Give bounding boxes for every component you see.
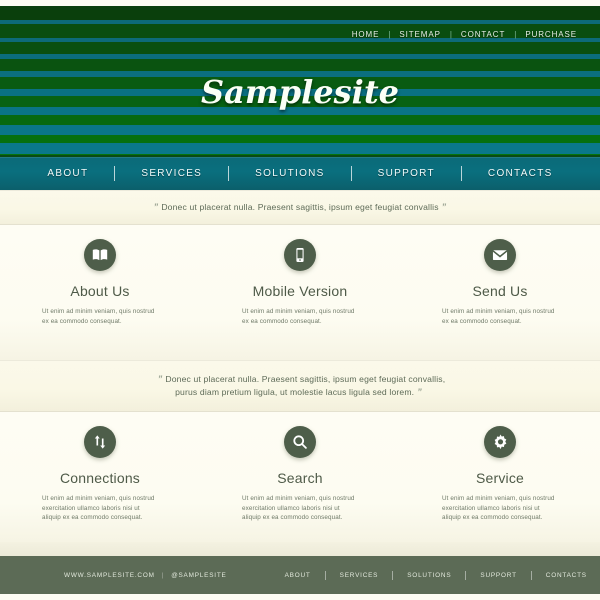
site-logo[interactable]: Samplesite [0,73,600,111]
topnav-item-contact[interactable]: CONTACT [452,30,514,39]
feature-card-service[interactable]: Service Ut enim ad minim veniam, quis no… [400,412,600,542]
website-page: HOME | SITEMAP | CONTACT | PURCHASE Samp… [0,0,600,600]
gear-icon [484,426,516,458]
nav-item-contacts[interactable]: CONTACTS [462,168,579,179]
footer-brand-links: WWW.SAMPLESITE.COM | @SAMPLESITE [64,572,227,579]
header-stripe [0,135,600,143]
feature-title: Service [475,470,525,486]
feature-text: Ut enim ad minim veniam, quis nostrud ex… [442,308,555,325]
header-top-edge [0,0,600,6]
book-icon [84,239,116,271]
topnav-item-sitemap[interactable]: SITEMAP [390,30,449,39]
nav-item-about[interactable]: ABOUT [21,168,114,179]
feature-card-search[interactable]: Search Ut enim ad minim veniam, quis nos… [200,412,400,542]
site-footer: WWW.SAMPLESITE.COM | @SAMPLESITE ABOUT S… [0,556,600,594]
nav-item-solutions[interactable]: SOLUTIONS [229,168,351,179]
feature-card-mobile-version[interactable]: Mobile Version Ut enim ad minim veniam, … [200,225,400,360]
quote-line-2: purus diam pretium ligula, ut molestie l… [175,387,415,397]
feature-text: Ut enim ad minim veniam, quis nostrud ex… [242,308,355,325]
main-navigation[interactable]: ABOUT SERVICES SOLUTIONS SUPPORT CONTACT… [0,155,600,190]
nav-item-support[interactable]: SUPPORT [352,168,461,179]
footer-fade-divider [0,542,600,556]
header-stripe [0,143,600,154]
envelope-icon [484,239,516,271]
header-stripe [0,125,600,135]
feature-title: Connections [59,470,141,486]
quote-mark-close: ” [417,387,422,397]
footer-navigation[interactable]: ABOUT SERVICES SOLUTIONS SUPPORT CONTACT… [271,570,600,580]
top-utility-nav[interactable]: HOME | SITEMAP | CONTACT | PURCHASE [343,30,586,39]
quote-mark-close: ” [441,201,447,212]
transfer-arrows-icon [84,426,116,458]
quote-mark-open: ” [157,373,163,384]
quote-banner-1: ” Donec ut placerat nulla. Praesent sagit… [0,190,600,225]
magnifier-icon [284,426,316,458]
feature-text: Ut enim ad minim veniam, quis nostrud ex… [42,308,155,325]
footer-link-services[interactable]: SERVICES [326,572,393,579]
footer-link-support[interactable]: SUPPORT [466,572,530,579]
feature-row-1: About Us Ut enim ad minim veniam, quis n… [0,225,600,360]
feature-card-about-us[interactable]: About Us Ut enim ad minim veniam, quis n… [0,225,200,360]
quote-line-1: Donec ut placerat nulla. Praesent sagitt… [165,373,446,384]
feature-card-connections[interactable]: Connections Ut enim ad minim veniam, qui… [0,412,200,542]
feature-title: Mobile Version [252,283,348,299]
feature-row-2: Connections Ut enim ad minim veniam, qui… [0,412,600,542]
feature-card-send-us[interactable]: Send Us Ut enim ad minim veniam, quis no… [400,225,600,360]
topnav-item-purchase[interactable]: PURCHASE [516,30,586,39]
site-header: HOME | SITEMAP | CONTACT | PURCHASE Samp… [0,0,600,190]
feature-text: Ut enim ad minim veniam, quis nostrud ex… [42,495,155,521]
footer-link-solutions[interactable]: SOLUTIONS [393,572,465,579]
feature-title: Search [277,470,323,486]
header-stripe [0,59,600,71]
mobile-phone-icon [284,239,316,271]
quote-banner-2: ” Donec ut placerat nulla. Praesent sagit… [0,360,600,412]
topnav-item-home[interactable]: HOME [343,30,389,39]
feature-title: About Us [70,283,130,299]
quote-banner-2-text: ” Donec ut placerat nulla. Praesent sagit… [155,373,446,400]
quote-mark-open: ” [153,201,159,212]
quote-banner-1-text: ” Donec ut placerat nulla. Praesent sagit… [151,201,450,215]
footer-website-link[interactable]: WWW.SAMPLESITE.COM [64,572,155,579]
feature-text: Ut enim ad minim veniam, quis nostrud ex… [442,495,555,521]
feature-title: Send Us [472,283,528,299]
footer-link-about[interactable]: ABOUT [271,572,325,579]
footer-link-contacts[interactable]: CONTACTS [532,572,600,579]
feature-text: Ut enim ad minim veniam, quis nostrud ex… [242,495,355,521]
footer-separator: | [161,571,165,579]
quote-line: Donec ut placerat nulla. Praesent sagitt… [161,201,439,212]
footer-social-link[interactable]: @SAMPLESITE [171,572,226,579]
header-stripe [0,115,600,125]
header-stripe [0,42,600,54]
nav-item-services[interactable]: SERVICES [115,168,228,179]
